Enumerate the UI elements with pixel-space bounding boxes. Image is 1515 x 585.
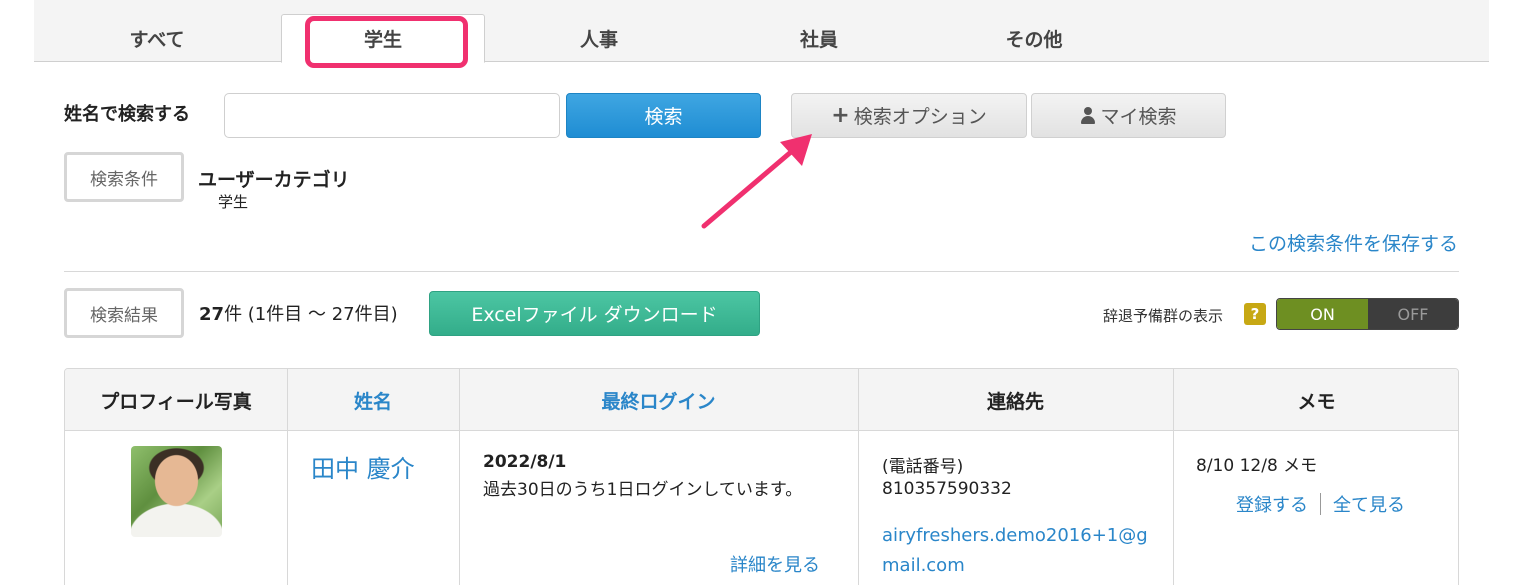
plus-icon: + xyxy=(831,103,850,128)
help-icon[interactable]: ? xyxy=(1244,303,1266,325)
my-search-label: マイ検索 xyxy=(1100,106,1177,128)
col-last-login[interactable]: 最終ログイン xyxy=(459,369,858,431)
tab-other[interactable]: その他 xyxy=(939,14,1129,62)
memo-actions: 登録する 全て見る xyxy=(1236,491,1405,517)
user-category-title: ユーザーカテゴリ xyxy=(198,169,350,191)
tab-other-label: その他 xyxy=(1005,28,1063,51)
excel-download-button[interactable]: Excelファイル ダウンロード xyxy=(429,291,760,336)
phone-number: 810357590332 xyxy=(882,479,1012,499)
decline-group-label: 辞退予備群の表示 xyxy=(1103,307,1224,325)
result-count-range: 件 (1件目 ～ 27件目) xyxy=(224,304,398,325)
divider xyxy=(64,271,1459,272)
email-link[interactable]: airyfreshers.demo2016+1@gmail.com xyxy=(882,521,1157,581)
search-button-label: 検索 xyxy=(644,106,683,128)
memo-text: 8/10 12/8 メモ xyxy=(1196,456,1318,476)
category-tabs: すべて 学生 人事 社員 その他 xyxy=(34,0,1489,63)
tab-hr[interactable]: 人事 xyxy=(504,14,694,62)
last-login-date: 2022/8/1 xyxy=(483,452,567,472)
phone-label: (電話番号) xyxy=(882,457,964,477)
tab-employee-label: 社員 xyxy=(799,28,838,51)
result-count: 27件 (1件目 ～ 27件目) xyxy=(199,300,398,326)
tab-highlight-annotation xyxy=(305,16,468,68)
arrow-icon xyxy=(701,134,812,229)
tab-all[interactable]: すべて xyxy=(34,14,280,62)
excel-download-label: Excelファイル ダウンロード xyxy=(471,304,718,326)
my-search-button[interactable]: マイ検索 xyxy=(1031,93,1226,138)
person-icon xyxy=(1080,107,1096,124)
decline-group-toggle[interactable]: ON OFF xyxy=(1276,298,1459,330)
separator xyxy=(1320,493,1321,515)
toggle-off[interactable]: OFF xyxy=(1368,299,1458,329)
col-memo: メモ xyxy=(1297,390,1336,413)
column-divider xyxy=(459,369,460,585)
col-contact: 連絡先 xyxy=(986,390,1044,413)
user-name-link[interactable]: 田中 慶介 xyxy=(311,449,415,484)
toggle-on[interactable]: ON xyxy=(1277,299,1368,329)
column-divider xyxy=(287,369,288,585)
name-search-input[interactable] xyxy=(224,93,560,138)
search-condition-text: 検索条件 xyxy=(90,169,158,190)
search-result-label: 検索結果 xyxy=(64,288,184,338)
detail-link[interactable]: 詳細を見る xyxy=(730,551,820,577)
user-table: プロフィール写真 姓名 最終ログイン 連絡先 メモ 田中 慶介 2022/8/1… xyxy=(64,368,1459,585)
column-divider xyxy=(858,369,859,585)
result-count-number: 27 xyxy=(199,304,225,325)
col-name[interactable]: 姓名 xyxy=(287,369,459,431)
column-divider xyxy=(1173,369,1174,585)
search-option-label: 検索オプション xyxy=(853,106,987,128)
col-profile-photo: プロフィール写真 xyxy=(100,390,252,413)
name-search-label: 姓名で検索する xyxy=(64,104,190,125)
login-frequency-text: 過去30日のうち1日ログインしています。 xyxy=(483,480,803,500)
memo-register-link[interactable]: 登録する xyxy=(1236,491,1308,517)
user-category-value: 学生 xyxy=(218,193,249,211)
avatar[interactable] xyxy=(131,446,222,537)
memo-view-all-link[interactable]: 全て見る xyxy=(1333,491,1405,517)
search-result-text: 検索結果 xyxy=(90,305,158,326)
table-header: プロフィール写真 姓名 最終ログイン 連絡先 メモ xyxy=(65,369,1458,431)
tab-employee[interactable]: 社員 xyxy=(724,14,914,62)
save-condition-link[interactable]: この検索条件を保存する xyxy=(1249,229,1458,256)
tab-all-label: すべて xyxy=(129,28,185,51)
search-condition-label: 検索条件 xyxy=(64,152,184,202)
tab-hr-label: 人事 xyxy=(579,28,618,51)
